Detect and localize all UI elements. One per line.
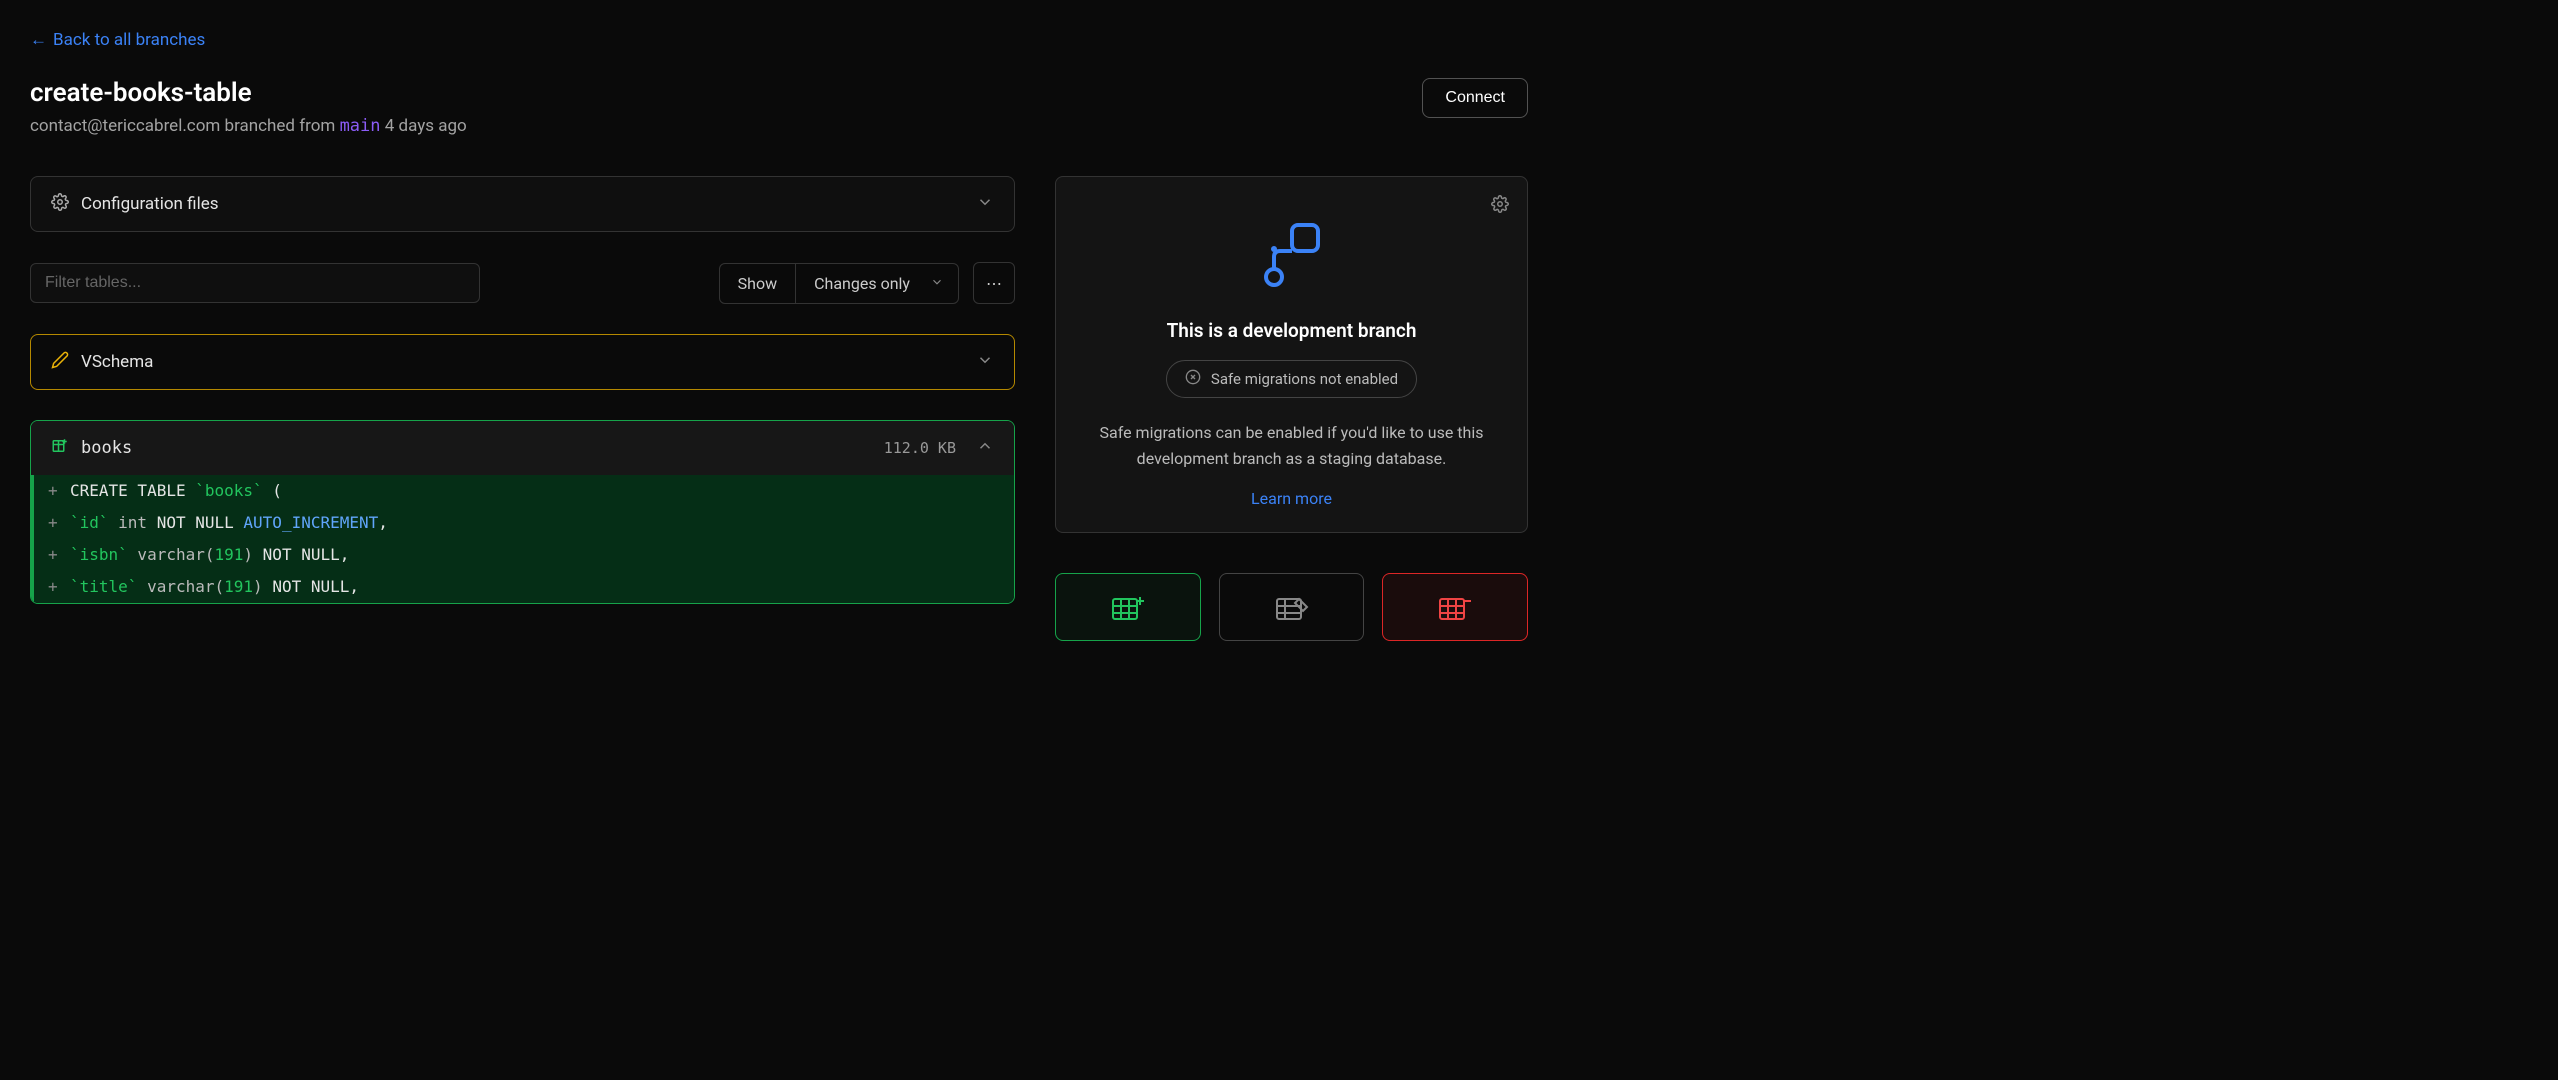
dev-card-description: Safe migrations can be enabled if you'd …	[1080, 420, 1503, 471]
gear-icon	[51, 193, 69, 215]
branch-meta: contact@tericcabrel.com branched from ma…	[30, 116, 467, 136]
dev-branch-card: This is a development branch Safe migrat…	[1055, 176, 1528, 533]
table-size: 112.0 KB	[884, 439, 956, 457]
chevron-down-icon	[976, 351, 994, 373]
pencil-icon	[51, 351, 69, 373]
diff-line-added: +CREATE TABLE `books` (	[31, 475, 1014, 507]
branched-from-text: branched from	[225, 116, 336, 136]
chevron-down-icon	[976, 193, 994, 215]
settings-button[interactable]	[1491, 195, 1509, 217]
vschema-panel[interactable]: VSchema	[30, 334, 1015, 390]
x-circle-icon	[1185, 369, 1201, 389]
chevron-down-icon	[930, 274, 944, 293]
pill-label: Safe migrations not enabled	[1211, 370, 1398, 388]
parent-branch[interactable]: main	[340, 116, 381, 136]
action-delete-table[interactable]	[1382, 573, 1528, 641]
config-panel-title: Configuration files	[81, 194, 219, 214]
action-edit-table[interactable]	[1219, 573, 1365, 641]
table-name: books	[81, 438, 132, 458]
show-select[interactable]: Changes only	[796, 264, 958, 303]
table-header[interactable]: books 112.0 KB	[31, 421, 1014, 475]
branch-author: contact@tericcabrel.com	[30, 116, 220, 136]
branch-age: 4 days ago	[385, 116, 467, 136]
diff-line-added: +`title` varchar(191) NOT NULL,	[31, 571, 1014, 603]
dev-card-title: This is a development branch	[1080, 319, 1503, 342]
connect-button[interactable]: Connect	[1422, 78, 1528, 118]
arrow-left-icon: ←	[30, 30, 47, 50]
chevron-up-icon	[976, 437, 994, 459]
table-delete-icon	[1438, 595, 1472, 627]
vschema-title: VSchema	[81, 352, 153, 372]
back-to-branches-link[interactable]: ← Back to all branches	[30, 30, 205, 50]
branch-name: create-books-table	[30, 78, 467, 108]
filter-tables-input[interactable]	[30, 263, 480, 303]
configuration-files-panel[interactable]: Configuration files	[30, 176, 1015, 232]
diff-line-added: +`isbn` varchar(191) NOT NULL,	[31, 539, 1014, 571]
sql-diff: +CREATE TABLE `books` (+`id` int NOT NUL…	[31, 475, 1014, 603]
show-selected-value: Changes only	[814, 274, 910, 293]
back-link-label: Back to all branches	[53, 30, 205, 50]
branch-illustration-icon	[1080, 221, 1503, 291]
show-label: Show	[720, 264, 796, 303]
table-edit-icon	[1275, 595, 1309, 627]
show-filter: Show Changes only	[719, 263, 959, 304]
learn-more-link[interactable]: Learn more	[1080, 489, 1503, 508]
diff-line-added: +`id` int NOT NULL AUTO_INCREMENT,	[31, 507, 1014, 539]
safe-migrations-pill: Safe migrations not enabled	[1166, 360, 1417, 398]
ellipsis-icon: ⋯	[986, 274, 1002, 293]
table-add-icon	[1111, 595, 1145, 627]
action-create-table[interactable]	[1055, 573, 1201, 641]
table-add-icon	[51, 437, 69, 459]
table-panel-books: books 112.0 KB +CREATE TABLE `books` (+`…	[30, 420, 1015, 604]
more-actions-button[interactable]: ⋯	[973, 262, 1015, 304]
